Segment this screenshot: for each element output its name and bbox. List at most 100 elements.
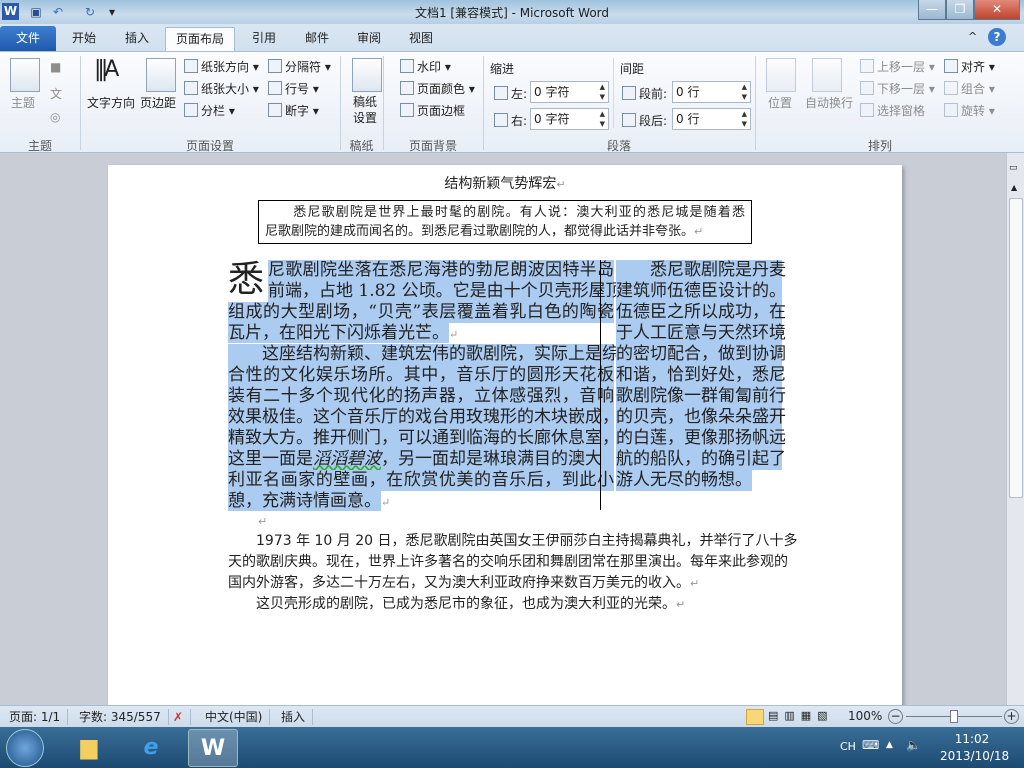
theme-fonts-button[interactable]: 文 xyxy=(50,85,62,102)
text-direction-button[interactable]: 文字方向 xyxy=(87,94,135,111)
position-icon xyxy=(766,58,796,92)
spinner-icon[interactable]: ▲ ▼ xyxy=(742,109,747,129)
zoom-level[interactable]: 100% xyxy=(848,709,882,723)
proofing-icon[interactable]: ✗ xyxy=(166,709,192,725)
page-count[interactable]: 页面: 1/1 xyxy=(2,709,69,725)
rotate-icon xyxy=(944,103,958,117)
size-button[interactable]: 纸张大小 ▾ xyxy=(184,80,259,97)
spinner-icon[interactable]: ▲ ▼ xyxy=(600,109,605,129)
spinner-icon[interactable]: ▲ ▼ xyxy=(600,82,605,102)
zoom-out-button[interactable]: − xyxy=(888,709,903,724)
help-icon[interactable]: ? xyxy=(988,28,1006,46)
columns-button[interactable]: 分栏 ▾ xyxy=(184,102,235,119)
insert-mode[interactable]: 插入 xyxy=(274,709,314,725)
align-button[interactable]: 对齐 ▾ xyxy=(944,58,995,75)
breaks-button[interactable]: 分隔符 ▾ xyxy=(268,58,331,75)
zoom-in-button[interactable]: + xyxy=(1004,709,1019,724)
send-backward-button[interactable]: 下移一层 ▾ xyxy=(860,80,935,97)
status-bar: 页面: 1/1 字数: 345/557 ✗ 中文(中国) 插入 ▤▥▦▧ 100… xyxy=(0,705,1024,727)
restore-button[interactable]: ❐ xyxy=(946,0,974,20)
divider xyxy=(755,56,756,150)
spacing-before-label: 段前: xyxy=(622,85,667,102)
bottom-paragraphs[interactable]: 1973 年 10 月 20 日，悉尼歌剧院由英国女王伊丽莎白主持揭幕典礼，并举… xyxy=(228,531,798,621)
tab-view[interactable]: 视图 xyxy=(399,27,443,51)
internet-explorer-icon[interactable]: e xyxy=(126,729,176,767)
collapse-ribbon-icon[interactable]: ^ xyxy=(968,30,977,43)
word-taskbar-icon[interactable]: W xyxy=(188,729,238,767)
indent-left-icon xyxy=(494,86,508,100)
left-column-line: 合性的文化娱乐场所。其中，音乐厅的圆形天花板 xyxy=(228,365,614,386)
position-button[interactable]: 位置 xyxy=(768,94,792,111)
spacing-after-icon xyxy=(622,113,636,127)
language[interactable]: 中文(中国) xyxy=(198,709,271,725)
hyphenation-button[interactable]: 断字 ▾ xyxy=(268,102,319,119)
page[interactable]: 结构新颖气势辉宏↵ 悉尼歌剧院是世界上最时髦的剧院。有人说：澳大利亚的悉尼城是随… xyxy=(108,165,902,705)
empty-paragraph-mark: ↵ xyxy=(258,515,268,528)
clock[interactable]: 11:02 2013/10/18 xyxy=(940,731,1009,765)
spacing-before-input[interactable]: 0 行 ▲ ▼ xyxy=(672,81,751,103)
tab-page-layout[interactable]: 页面布局 xyxy=(165,27,236,51)
page-borders-button[interactable]: 页面边框 xyxy=(400,102,465,119)
line-numbers-button[interactable]: 行号 ▾ xyxy=(268,80,319,97)
indent-right-icon xyxy=(494,113,508,127)
tab-mailings[interactable]: 邮件 xyxy=(295,27,339,51)
scroll-thumb[interactable] xyxy=(1009,198,1023,498)
print-layout-icon[interactable] xyxy=(746,709,764,725)
left-column-line: 尼歌剧院坐落在悉尼海港的勃尼朗波因特半岛 xyxy=(268,260,614,281)
right-column[interactable]: 悉尼歌剧院是丹麦 建筑师伍德臣设计的。 伍德臣之所以成功，在 于人工匠意与天然环境 的密… xyxy=(616,260,786,500)
group-objects-button[interactable]: 组合 ▾ xyxy=(944,80,995,97)
theme-effects-button[interactable]: ◎ xyxy=(50,110,60,124)
text-box[interactable]: 悉尼歌剧院是世界上最时髦的剧院。有人说：澳大利亚的悉尼城是随着悉 尼歌剧院的建成… xyxy=(258,200,752,244)
ime-indicator[interactable]: CH xyxy=(840,740,856,753)
vertical-scrollbar[interactable]: ▭ ▲ xyxy=(1006,153,1024,705)
spacing-label: 间距 xyxy=(620,62,645,76)
group-label-page-background: 页面背景 xyxy=(408,139,457,153)
page-color-button[interactable]: 页面颜色 ▾ xyxy=(400,80,475,97)
themes-button[interactable]: 主题 xyxy=(11,94,35,111)
ruler-toggle-icon[interactable]: ▭ xyxy=(1009,163,1018,173)
align-icon xyxy=(944,59,958,73)
document-title[interactable]: 结构新颖气势辉宏↵ xyxy=(108,173,902,193)
tab-home[interactable]: 开始 xyxy=(62,27,106,51)
watermark-button[interactable]: 水印 ▾ xyxy=(400,58,451,75)
keyboard-icon[interactable]: ⌨ xyxy=(862,738,879,752)
indent-right-input[interactable]: 0 字符 ▲ ▼ xyxy=(530,108,609,130)
group-label-manuscript: 稿纸 xyxy=(349,139,374,153)
margins-button[interactable]: 页边距 xyxy=(140,94,176,111)
left-column[interactable]: 悉尼歌剧院坐落在悉尼海港的勃尼朗波因特半岛 前端，占地 1.82 公顷。它是由十个… xyxy=(228,260,623,512)
minimize-button[interactable]: — xyxy=(918,0,946,20)
tab-insert[interactable]: 插入 xyxy=(115,27,159,51)
themes-icon xyxy=(10,58,40,92)
explorer-icon[interactable]: ▆ xyxy=(64,729,114,767)
theme-colors-button[interactable]: ■ xyxy=(50,60,61,74)
show-hidden-icons[interactable]: ▲ xyxy=(886,740,893,750)
breaks-icon xyxy=(268,59,282,73)
manuscript-setup-button[interactable]: 稿纸 设置 xyxy=(353,94,377,126)
right-column-line: 悉尼歌剧院是丹麦 xyxy=(616,260,786,281)
left-column-line: 装有二十多个现代化的扬声器，立体感强烈，音响 xyxy=(228,386,614,407)
rotate-button[interactable]: 旋转 ▾ xyxy=(944,102,995,119)
orientation-button[interactable]: 纸张方向 ▾ xyxy=(184,58,259,75)
wrap-text-button[interactable]: 自动换行 xyxy=(805,94,853,111)
selection-pane-button[interactable]: 选择窗格 xyxy=(860,102,925,119)
view-buttons-icon[interactable]: ▤▥▦▧ xyxy=(768,709,834,722)
volume-icon[interactable]: 🔈 xyxy=(906,738,921,752)
close-button[interactable]: ✕ xyxy=(974,0,1020,20)
right-column-line: 歌剧院像一群匍匐前行 xyxy=(616,386,786,407)
divider xyxy=(383,56,384,150)
group-label-arrange: 排列 xyxy=(867,139,892,153)
word-count[interactable]: 字数: 345/557 xyxy=(72,709,169,725)
tab-file[interactable]: 文件 xyxy=(0,26,56,51)
indent-left-input[interactable]: 0 字符 ▲ ▼ xyxy=(530,81,609,103)
scroll-up-icon[interactable]: ▲ xyxy=(1011,183,1017,192)
spinner-icon[interactable]: ▲ ▼ xyxy=(742,82,747,102)
left-column-line: 利亚名画家的壁画，在欣赏优美的音乐后，到此小 xyxy=(228,470,614,491)
bring-forward-button[interactable]: 上移一层 ▾ xyxy=(860,58,935,75)
start-button[interactable] xyxy=(6,729,44,767)
left-column-line: 前端，占地 1.82 公顷。它是由十个贝壳形屋顶 xyxy=(268,281,623,302)
zoom-slider-thumb[interactable] xyxy=(950,710,958,723)
spacing-after-input[interactable]: 0 行 ▲ ▼ xyxy=(672,108,751,130)
tab-review[interactable]: 审阅 xyxy=(347,27,391,51)
tab-references[interactable]: 引用 xyxy=(242,27,286,51)
right-column-line: 游人无尽的畅想。 xyxy=(616,470,752,491)
